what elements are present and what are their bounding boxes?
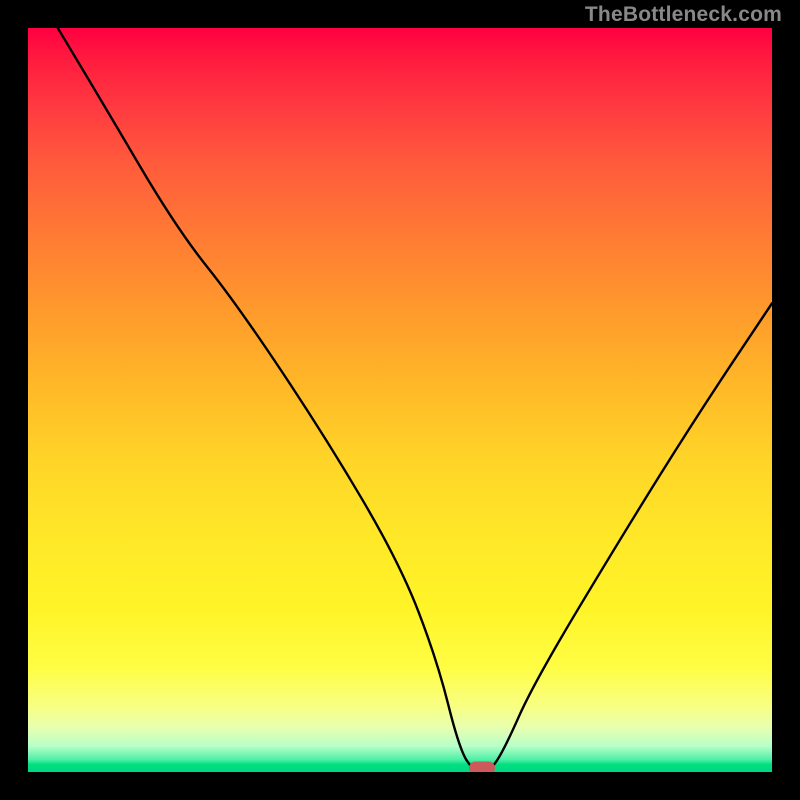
- bottleneck-chart: TheBottleneck.com: [0, 0, 800, 800]
- watermark: TheBottleneck.com: [585, 3, 782, 27]
- bottleneck-curve: [28, 28, 772, 772]
- optimal-marker: [469, 762, 495, 773]
- plot-area: [28, 28, 772, 772]
